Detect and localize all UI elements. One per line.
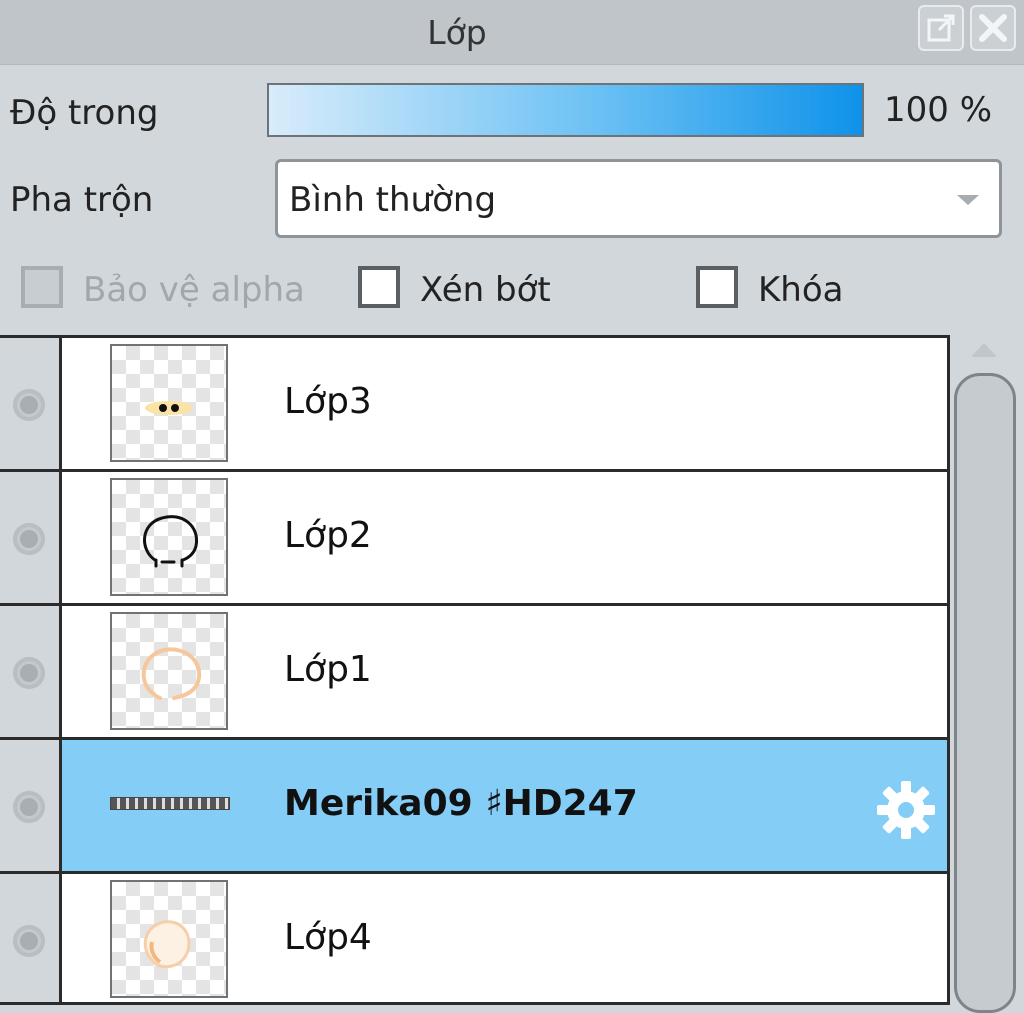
layer-name: Merika09 ♯HD247 [284, 783, 638, 824]
layer-name: Lớp3 [284, 381, 372, 422]
layer-thumbnail [110, 880, 228, 998]
layer-row[interactable]: Lớp4 [0, 874, 947, 1002]
lock-checkbox[interactable] [696, 266, 738, 308]
head-outline-icon [143, 515, 199, 568]
scroll-up-arrow-icon[interactable] [971, 343, 997, 357]
text-layer-thumbnail [110, 797, 230, 810]
visibility-toggle[interactable] [0, 606, 62, 737]
scrollbar-thumb[interactable] [954, 373, 1016, 1013]
visibility-dot-icon [13, 925, 45, 957]
layer-row-selected[interactable]: Merika09 ♯HD247 [0, 740, 947, 874]
clipping-label: Xén bớt [420, 270, 551, 310]
protect-alpha-checkbox[interactable] [21, 266, 63, 308]
visibility-dot-icon [13, 791, 45, 823]
head-fill-peach-icon [143, 920, 191, 969]
layer-body[interactable]: Lớp1 [62, 606, 947, 737]
visibility-toggle[interactable] [0, 338, 62, 469]
layer-thumbnail [110, 344, 228, 462]
blend-mode-label: Pha trộn [10, 180, 154, 220]
lock-label: Khóa [758, 270, 844, 310]
layer-list[interactable]: Lớp3 Lớp2 Lớp1 Merika09 ♯HD247 Lớp4 [0, 335, 950, 1005]
layer-row[interactable]: Lớp3 [0, 338, 947, 472]
chevron-down-icon [957, 195, 979, 205]
opacity-slider-fill [269, 85, 862, 135]
layer-body[interactable]: Merika09 ♯HD247 [62, 740, 947, 871]
layer-name: Lớp1 [284, 649, 372, 690]
detach-panel-button[interactable] [918, 5, 964, 51]
close-panel-button[interactable] [970, 5, 1016, 51]
head-outline-peach-icon [141, 647, 202, 700]
layer-name: Lớp2 [284, 515, 372, 556]
clipping-checkbox[interactable] [358, 266, 400, 308]
blend-mode-select[interactable]: Bình thường [275, 159, 1002, 238]
layer-thumbnail [110, 612, 228, 730]
visibility-dot-icon [13, 389, 45, 421]
visibility-toggle[interactable] [0, 874, 62, 1002]
layer-body[interactable]: Lớp3 [62, 338, 947, 469]
visibility-toggle[interactable] [0, 472, 62, 603]
opacity-label: Độ trong [10, 93, 159, 133]
layer-thumbnail [110, 478, 228, 596]
opacity-slider[interactable] [267, 83, 864, 137]
gear-icon[interactable] [874, 778, 938, 842]
close-icon [979, 14, 1007, 42]
blend-mode-value: Bình thường [289, 180, 497, 220]
protect-alpha-label: Bảo vệ alpha [83, 270, 305, 310]
layer-body[interactable]: Lớp4 [62, 874, 947, 1002]
panel-titlebar: Lớp [0, 0, 1024, 65]
visibility-dot-icon [13, 657, 45, 689]
layer-name: Lớp4 [284, 917, 372, 958]
visibility-toggle[interactable] [0, 740, 62, 871]
opacity-value: 100 % [884, 90, 993, 130]
layer-row[interactable]: Lớp1 [0, 606, 947, 740]
eyes-sketch-icon [145, 401, 193, 415]
visibility-dot-icon [13, 523, 45, 555]
popout-icon [927, 14, 955, 42]
layer-row[interactable]: Lớp2 [0, 472, 947, 606]
panel-title: Lớp [427, 13, 487, 52]
layer-body[interactable]: Lớp2 [62, 472, 947, 603]
